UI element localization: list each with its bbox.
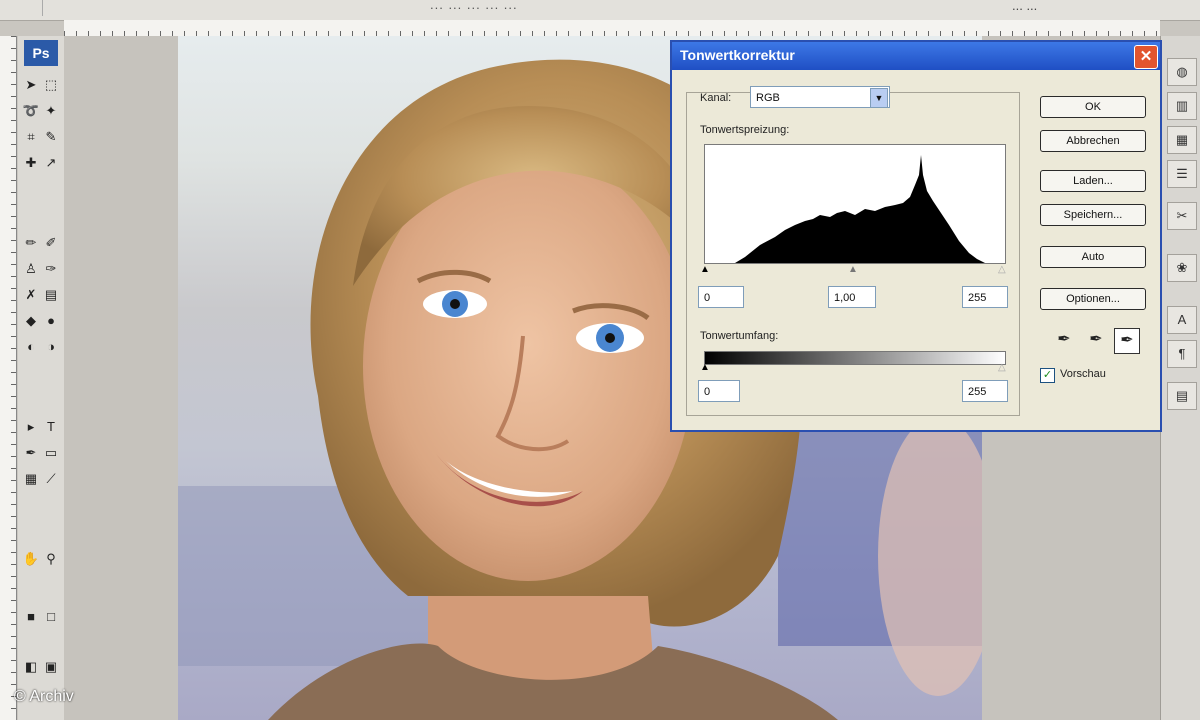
screen-mode-icon[interactable]: ▣ (40, 656, 62, 678)
input-white-slider[interactable]: △ (998, 264, 1006, 275)
zoom-tool-icon[interactable]: ⚲ (40, 548, 62, 570)
output-levels-label: Tonwertumfang: (700, 330, 779, 342)
channel-select[interactable]: RGB ▼ (750, 86, 890, 108)
workspace-menu[interactable]: ... ... (1012, 0, 1037, 13)
marquee-tool-icon[interactable]: ⬚ (40, 74, 62, 96)
document-title: ... ... ... ... ... (430, 0, 518, 12)
foreground-color-swatch[interactable]: ■ (20, 606, 42, 628)
healing-brush-tool-icon[interactable]: ✚ (20, 152, 42, 174)
output-white-slider[interactable]: △ (998, 362, 1006, 373)
channel-select-value: RGB (756, 92, 780, 104)
shape-tool-icon[interactable]: ▭ (40, 442, 62, 464)
histogram-panel-icon[interactable]: ▦ (1167, 126, 1197, 154)
stamp-tool-icon[interactable]: ♙ (20, 258, 42, 280)
black-eyedropper-icon[interactable]: ✒ (1052, 328, 1076, 352)
close-icon[interactable]: ✕ (1134, 45, 1158, 69)
pencil-tool-icon[interactable]: ✐ (40, 232, 62, 254)
hand-tool-icon[interactable]: ✋ (20, 548, 42, 570)
notes-tool-icon[interactable]: ▦ (20, 468, 42, 490)
color-panel-icon[interactable]: ☰ (1167, 160, 1197, 188)
tool-preset-button[interactable] (12, 0, 43, 16)
brush-tool-icon[interactable]: ✏ (20, 232, 42, 254)
tool-presets-panel-icon[interactable]: ✂ (1167, 202, 1197, 230)
output-white-field[interactable]: 255 (962, 380, 1008, 402)
path-selection-icon[interactable]: ▸ (20, 416, 42, 438)
input-levels-label: Tonwertspreizung: (700, 124, 790, 136)
layers-panel-icon[interactable]: ▤ (1167, 382, 1197, 410)
input-black-slider[interactable]: ▲ (700, 264, 710, 275)
vertical-ruler (0, 36, 17, 720)
magic-wand-tool-icon[interactable]: ✦ (40, 100, 62, 122)
swatches-panel-icon[interactable]: ❀ (1167, 254, 1197, 282)
eyedropper-small-icon[interactable]: ↗ (40, 152, 62, 174)
preview-label: Vorschau (1060, 368, 1106, 380)
cancel-button[interactable]: Abbrechen (1040, 130, 1146, 152)
dialog-titlebar[interactable]: Tonwertkorrektur ✕ (672, 42, 1160, 70)
blur-tool-icon[interactable]: ● (40, 310, 62, 332)
ok-button[interactable]: OK (1040, 96, 1146, 118)
history-brush-icon[interactable]: ✑ (40, 258, 62, 280)
paragraph-panel-icon[interactable]: ¶ (1167, 340, 1197, 368)
image-credit: © Archiv (14, 688, 74, 705)
paint-bucket-icon[interactable]: ◆ (20, 310, 42, 332)
type-tool-icon[interactable]: T (40, 416, 62, 438)
gradient-tool-icon[interactable]: ▤ (40, 284, 62, 306)
measure-tool-icon[interactable]: ⟋ (40, 468, 62, 490)
output-black-field[interactable]: 0 (698, 380, 740, 402)
input-white-field[interactable]: 255 (962, 286, 1008, 308)
tools-panel: Ps ➤ ⬚ ➰ ✦ ⌗ ✎ ✚ ↗ ✏ ✐ ♙ ✑ ✗ ▤ ◆ ● ◐ ◑ ▸… (18, 36, 65, 720)
white-eyedropper-icon[interactable]: ✒ (1114, 328, 1140, 354)
navigator-panel-icon[interactable]: ◍ (1167, 58, 1197, 86)
options-button[interactable]: Optionen... (1040, 288, 1146, 310)
slice-tool-icon[interactable]: ✎ (40, 126, 62, 148)
sponge-tool-icon[interactable]: ◑ (40, 336, 62, 358)
gray-eyedropper-icon[interactable]: ✒ (1084, 328, 1108, 352)
auto-button[interactable]: Auto (1040, 246, 1146, 268)
input-gamma-slider[interactable]: ▲ (848, 264, 858, 275)
lasso-tool-icon[interactable]: ➰ (20, 100, 42, 122)
levels-dialog: Tonwertkorrektur ✕ Kanal: RGB ▼ Tonwerts… (670, 40, 1162, 432)
background-color-swatch[interactable]: □ (40, 606, 62, 628)
input-black-field[interactable]: 0 (698, 286, 744, 308)
dodge-tool-icon[interactable]: ◐ (20, 336, 42, 358)
channel-label: Kanal: (700, 92, 732, 104)
preview-checkbox[interactable]: ✓ (1040, 368, 1055, 383)
output-black-slider[interactable]: ▲ (700, 362, 710, 373)
output-gradient-bar (704, 351, 1006, 365)
histogram-graph (735, 155, 985, 263)
options-bar: ... ... ... ... ... ... ... (0, 0, 1200, 21)
right-panel-dock: ◍ ▥ ▦ ☰ ✂ ❀ A ¶ ▤ (1160, 36, 1200, 720)
move-tool-icon[interactable]: ➤ (20, 74, 42, 96)
dialog-title: Tonwertkorrektur (680, 47, 795, 63)
eraser-tool-icon[interactable]: ✗ (20, 284, 42, 306)
input-gamma-field[interactable]: 1,00 (828, 286, 876, 308)
save-button[interactable]: Speichern... (1040, 204, 1146, 226)
horizontal-ruler (64, 20, 1160, 37)
crop-tool-icon[interactable]: ⌗ (20, 126, 42, 148)
quick-mask-icon[interactable]: ◧ (20, 656, 42, 678)
app-logo[interactable]: Ps (24, 40, 58, 66)
chevron-down-icon[interactable]: ▼ (870, 88, 888, 108)
pen-tool-icon[interactable]: ✒ (20, 442, 42, 464)
styles-panel-icon[interactable]: A (1167, 306, 1197, 334)
histogram (704, 144, 1006, 264)
info-panel-icon[interactable]: ▥ (1167, 92, 1197, 120)
load-button[interactable]: Laden... (1040, 170, 1146, 192)
